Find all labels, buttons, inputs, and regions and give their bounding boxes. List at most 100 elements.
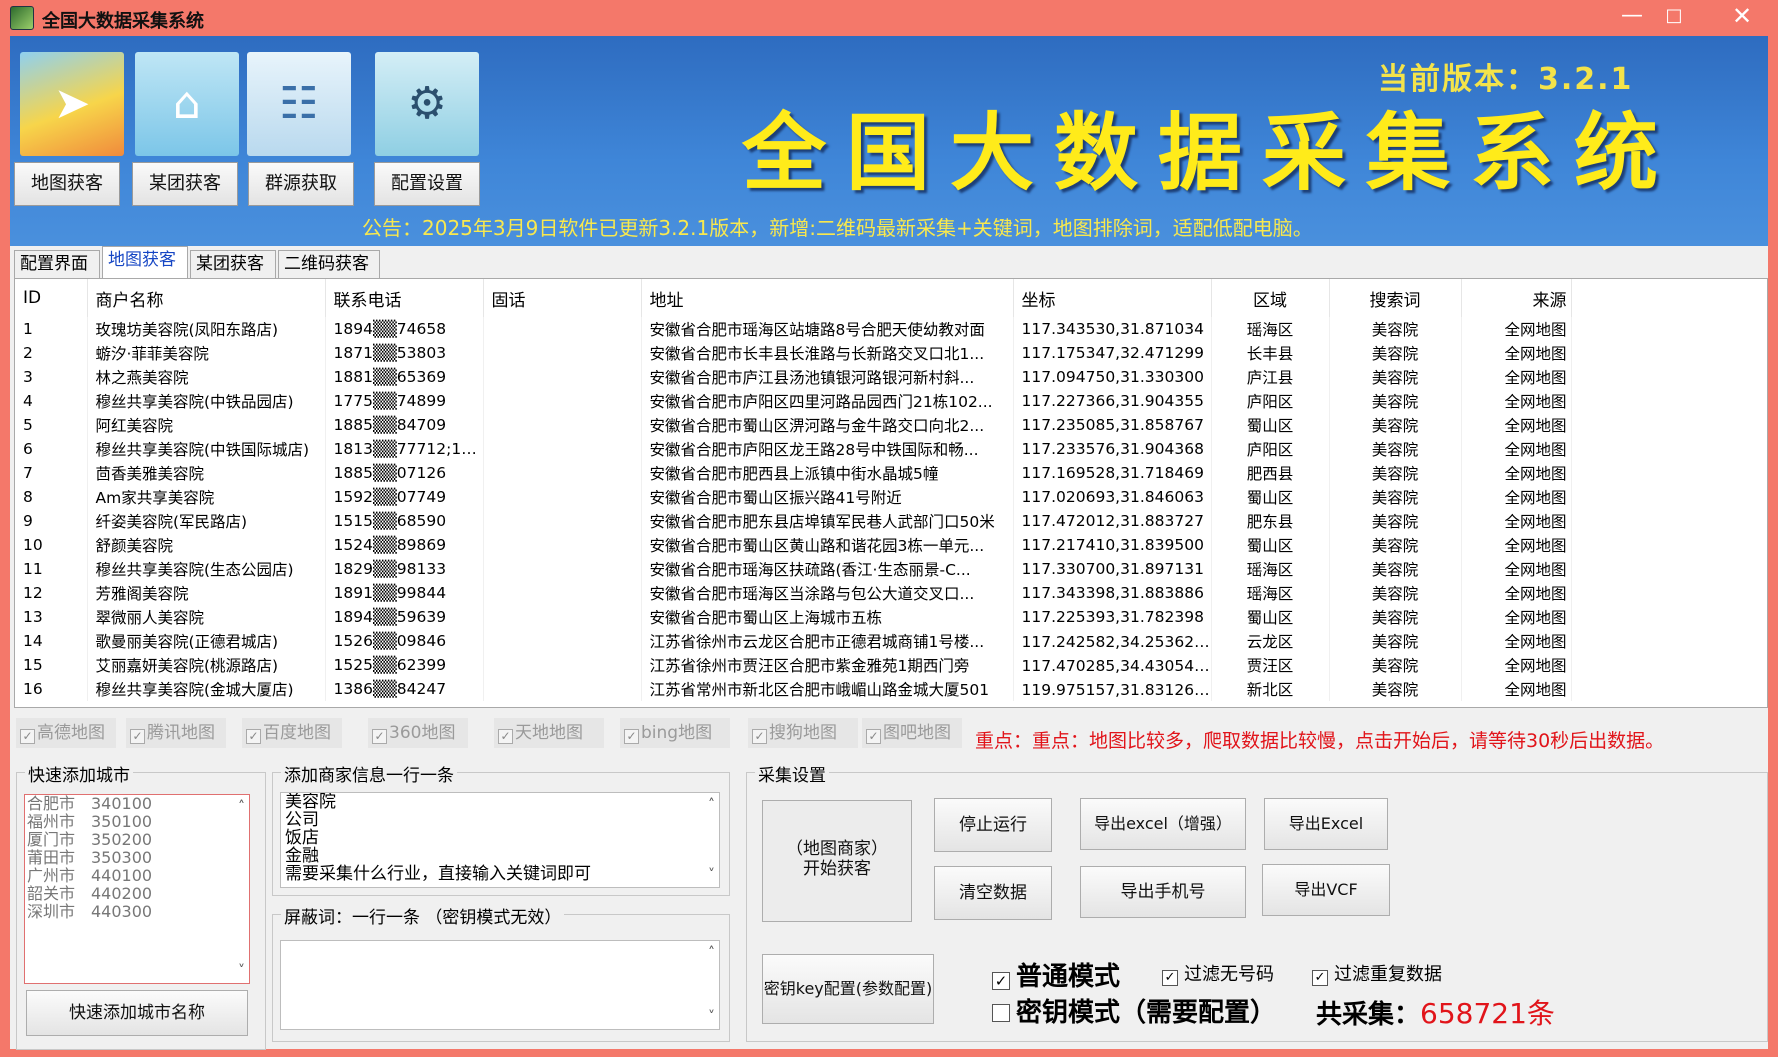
city-list-item[interactable]: 广州市 440100	[25, 867, 249, 885]
export-excel-enhanced-button[interactable]: 导出excel（增强）	[1080, 798, 1246, 850]
start-collect-button[interactable]: （地图商家） 开始获客	[762, 800, 912, 922]
table-row[interactable]: 2 蝣汐·菲菲美容院 1871▒▒53803 安徽省合肥市长丰县长淮路与长新路交叉口北…	[15, 341, 1767, 365]
scroll-up-icon[interactable]: ˄	[708, 797, 715, 813]
keyword-line: 金融	[285, 846, 319, 866]
clear-data-button[interactable]: 清空数据	[934, 866, 1052, 920]
export-excel-button[interactable]: 导出Excel	[1264, 798, 1388, 850]
table-row[interactable]: 11 穆丝共享美容院(生态公园店) 1829▒▒98133 安徽省合肥市瑶海区扶疏路(…	[15, 557, 1767, 581]
cell-landline	[483, 653, 642, 677]
map-source-checkbox[interactable]: ✓ 高德地图	[16, 718, 116, 748]
table-row[interactable]: 4 穆丝共享美容院(中铁品园店) 1775▒▒74899 安徽省合肥市庐阳区四里河路品…	[15, 389, 1767, 413]
scroll-down-icon[interactable]: ˅	[708, 867, 715, 883]
cell-address: 安徽省合肥市庐江县汤池镇银河路银河新村斜...	[641, 365, 1014, 389]
scroll-up-icon[interactable]: ˄	[238, 799, 245, 815]
source-tile[interactable]: ☷	[247, 52, 351, 156]
col-merchant-name[interactable]: 商户名称	[87, 279, 326, 317]
cell-coordinate: 117.169528,31.718469	[1013, 461, 1212, 485]
map-source-checkbox[interactable]: ✓ 天地地图	[494, 718, 604, 748]
city-name: 韶关市	[27, 884, 76, 903]
cell-source: 全网地图	[1461, 581, 1572, 605]
close-button[interactable]: ✕	[1712, 2, 1772, 32]
cell-coordinate: 117.343530,31.871034	[1013, 317, 1212, 341]
key-mode-checkbox[interactable]: 密钥模式（需要配置）	[992, 992, 1276, 1029]
city-list-item[interactable]: 厦门市 350200	[25, 831, 249, 849]
cell-address: 安徽省合肥市蜀山区黄山路和谐花园3栋一单元...	[641, 533, 1014, 557]
map-source-checkbox[interactable]: ✓ 360地图	[368, 718, 468, 748]
cell-spacer	[1571, 461, 1767, 485]
table-row[interactable]: 12 芳雅阁美容院 1891▒▒99844 安徽省合肥市瑶海区当涂路与包公大道交叉口.…	[15, 581, 1767, 605]
col-phone[interactable]: 联系电话	[325, 279, 484, 317]
table-row[interactable]: 14 歌曼丽美容院(正德君城店) 1526▒▒09846 江苏省徐州市云龙区合肥市正德…	[15, 629, 1767, 653]
table-row[interactable]: 3 林之燕美容院 1881▒▒65369 安徽省合肥市庐江县汤池镇银河路银河新村斜..…	[15, 365, 1767, 389]
city-list[interactable]: 合肥市 340100 福州市 350100 厦门市 350200 莆田市 350300 广州市 4…	[24, 794, 250, 984]
col-district[interactable]: 区域	[1211, 279, 1330, 317]
export-vcf-button[interactable]: 导出VCF	[1262, 864, 1390, 916]
table-row[interactable]: 6 穆丝共享美容院(中铁国际城店) 1813▒▒77712;180... 安徽省合肥市…	[15, 437, 1767, 461]
group-source-button[interactable]: 群源获取	[248, 162, 354, 206]
scroll-up-icon[interactable]: ˄	[708, 945, 715, 961]
warning-text: 重点：重点：地图比较多，爬取数据比较慢，点击开始后，请等待30秒后出数据。	[975, 730, 1665, 752]
tab-config[interactable]: 配置界面	[14, 250, 100, 278]
cell-coordinate: 117.227366,31.904355	[1013, 389, 1212, 413]
results-table[interactable]: ID 商户名称 联系电话 固话 地址 坐标 区域 搜索词 来源 1 玫瑰坊美容院(…	[14, 278, 1768, 708]
col-landline[interactable]: 固话	[483, 279, 642, 317]
map-customer-button[interactable]: 地图获客	[14, 162, 120, 206]
table-row[interactable]: 7 茴香美雅美容院 1885▒▒07126 安徽省合肥市肥西县上派镇中街水晶城5幢 11…	[15, 461, 1767, 485]
table-row[interactable]: 13 翠微丽人美容院 1894▒▒59639 安徽省合肥市蜀山区上海城市五栋 117.2…	[15, 605, 1767, 629]
keyword-textarea[interactable]: 美容院 公司 饭店 金融 需要采集什么行业，直接输入关键词即可 ˄ ˅	[280, 792, 720, 888]
tab-group-customer[interactable]: 某团获客	[190, 250, 276, 278]
table-row[interactable]: 9 纤姿美容院(军民路店) 1515▒▒68590 安徽省合肥市肥东县店埠镇军民巷人武…	[15, 509, 1767, 533]
city-list-item[interactable]: 合肥市 340100	[25, 795, 249, 813]
cell-id: 13	[15, 605, 88, 629]
config-tile[interactable]: ⚙	[375, 52, 479, 156]
cell-source: 全网地图	[1461, 533, 1572, 557]
stop-button[interactable]: 停止运行	[934, 798, 1052, 852]
key-config-button[interactable]: 密钥key配置(参数配置)	[762, 954, 934, 1024]
export-phone-button[interactable]: 导出手机号	[1080, 866, 1246, 918]
col-id[interactable]: ID	[15, 279, 88, 317]
table-row[interactable]: 15 艾丽嘉妍美容院(桃源路店) 1525▒▒62399 江苏省徐州市贾汪区合肥市紫金…	[15, 653, 1767, 677]
col-coordinate[interactable]: 坐标	[1013, 279, 1212, 317]
tab-qrcode-customer[interactable]: 二维码获客	[278, 250, 380, 278]
city-list-item[interactable]: 韶关市 440200	[25, 885, 249, 903]
table-row[interactable]: 5 阿红美容院 1885▒▒84709 安徽省合肥市蜀山区淠河路与金牛路交口向北2..…	[15, 413, 1767, 437]
normal-mode-checkbox[interactable]: ✓ 普通模式	[992, 956, 1120, 993]
col-source[interactable]: 来源	[1461, 279, 1572, 317]
config-settings-button[interactable]: 配置设置	[374, 162, 480, 206]
table-row[interactable]: 8 Am家共享美容院 1592▒▒07749 安徽省合肥市蜀山区振兴路41号附近 117…	[15, 485, 1767, 509]
col-address[interactable]: 地址	[641, 279, 1014, 317]
scroll-down-icon[interactable]: ˅	[238, 963, 245, 979]
checkbox-checked-icon: ✓	[1312, 970, 1328, 986]
map-tile[interactable]: ➤	[20, 52, 124, 156]
city-list-item[interactable]: 深圳市 440300	[25, 903, 249, 921]
map-source-checkbox[interactable]: ✓ bing地图	[620, 718, 730, 748]
cell-phone: 1881▒▒65369	[325, 365, 484, 389]
cell-id: 6	[15, 437, 88, 461]
minimize-button[interactable]: —	[1612, 2, 1652, 32]
maximize-button[interactable]: □	[1654, 2, 1694, 32]
table-row[interactable]: 16 穆丝共享美容院(金城大厦店) 1386▒▒84247 江苏省常州市新北区合肥市峨…	[15, 677, 1767, 701]
cell-district: 肥西县	[1211, 461, 1330, 485]
filter-no-phone-checkbox[interactable]: ✓ 过滤无号码	[1162, 960, 1274, 986]
table-row[interactable]: 10 舒颜美容院 1524▒▒89869 安徽省合肥市蜀山区黄山路和谐花园3栋一单元.…	[15, 533, 1767, 557]
group-tile[interactable]: ⌂	[135, 52, 239, 156]
block-words-textarea[interactable]: ˄ ˅	[280, 940, 720, 1030]
col-keyword[interactable]: 搜索词	[1329, 279, 1462, 317]
map-source-checkbox[interactable]: ✓ 搜狗地图	[748, 718, 858, 748]
filter-duplicate-checkbox[interactable]: ✓ 过滤重复数据	[1312, 960, 1442, 986]
city-list-item[interactable]: 福州市 350100	[25, 813, 249, 831]
city-list-item[interactable]: 莆田市 350300	[25, 849, 249, 867]
keyword-line: 饭店	[285, 828, 319, 848]
map-source-checkbox[interactable]: ✓ 百度地图	[242, 718, 342, 748]
map-source-checkbox[interactable]: ✓ 腾讯地图	[126, 718, 226, 748]
cell-merchant-name: 芳雅阁美容院	[87, 581, 326, 605]
cell-merchant-name: 穆丝共享美容院(金城大厦店)	[87, 677, 326, 701]
tab-map-customer[interactable]: 地图获客	[102, 246, 188, 278]
map-source-checkbox[interactable]: ✓ 图吧地图	[862, 718, 962, 748]
group-customer-button[interactable]: 某团获客	[132, 162, 238, 206]
table-row[interactable]: 1 玫瑰坊美容院(凤阳东路店) 1894▒▒74658 安徽省合肥市瑶海区站塘路8号合…	[15, 317, 1767, 341]
cell-landline	[483, 389, 642, 413]
scroll-down-icon[interactable]: ˅	[708, 1009, 715, 1025]
cell-source: 全网地图	[1461, 629, 1572, 653]
add-city-button[interactable]: 快速添加城市名称	[26, 990, 248, 1036]
